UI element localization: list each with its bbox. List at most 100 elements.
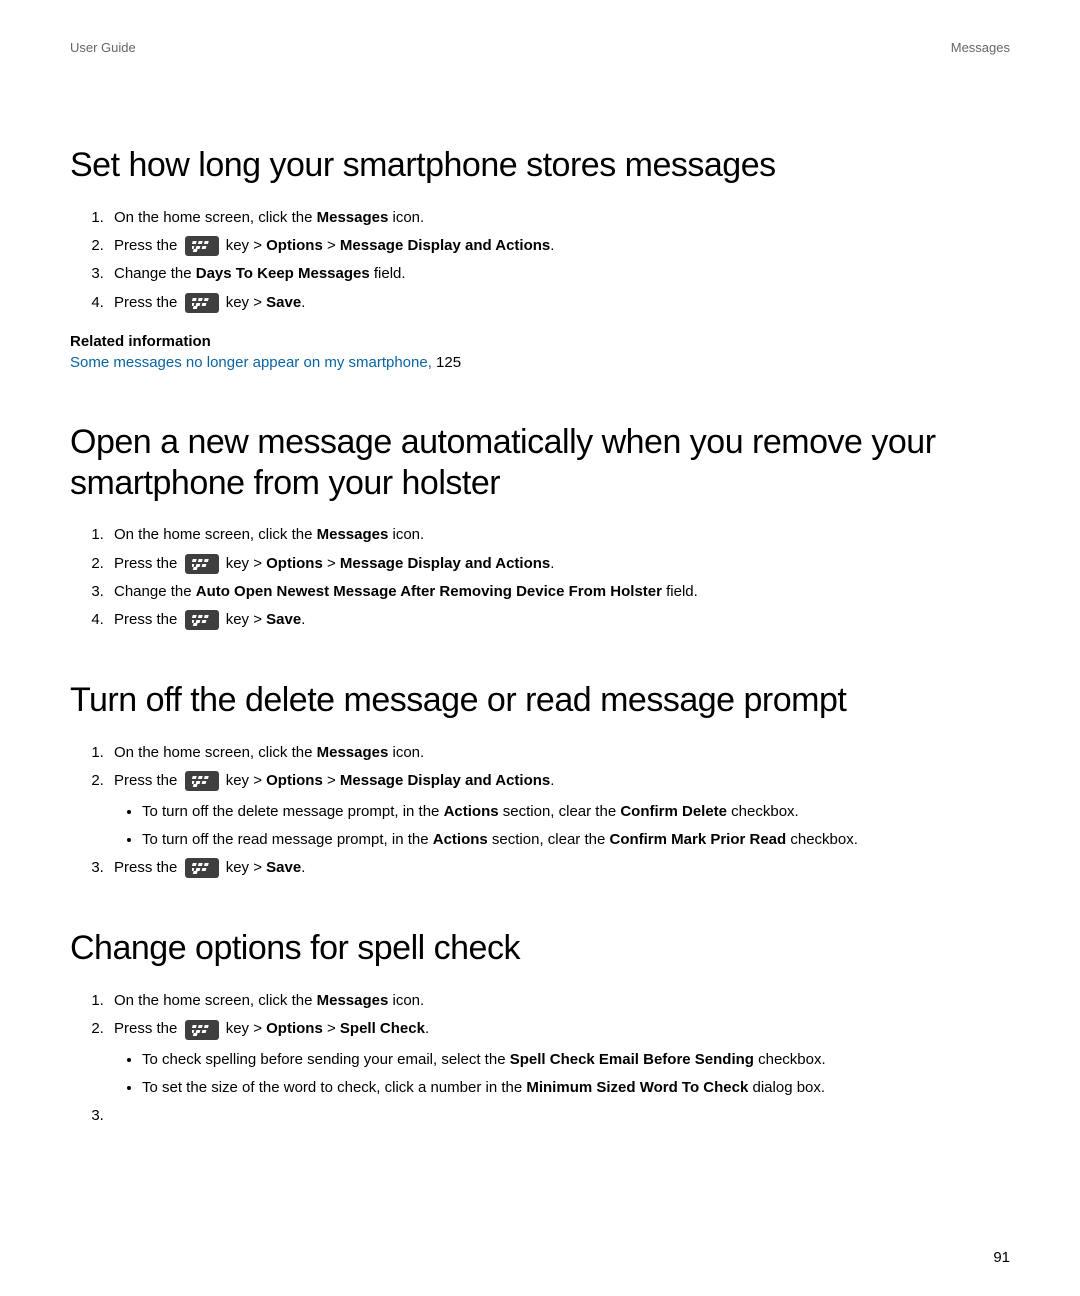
key-gt: key > <box>222 294 267 311</box>
checkbox-period: checkbox. <box>786 831 858 848</box>
section-title: Open a new message automatically when yo… <box>70 422 1010 504</box>
actions-bold: Actions <box>444 803 499 820</box>
blackberry-key-icon <box>185 610 219 630</box>
bullet-2: To set the size of the word to check, cl… <box>142 1078 1010 1098</box>
blackberry-key-icon <box>185 858 219 878</box>
step-text: On the home screen, click the <box>114 744 317 761</box>
blackberry-key-icon <box>185 771 219 791</box>
step-text-post: icon. <box>388 526 424 543</box>
auto-open-bold: Auto Open Newest Message After Removing … <box>196 583 662 600</box>
confirm-mark-prior-read-bold: Confirm Mark Prior Read <box>609 831 786 848</box>
section-turn-off-prompt: Turn off the delete message or read mess… <box>70 680 1010 878</box>
field-period: field. <box>662 583 698 600</box>
steps-list: On the home screen, click the Messages i… <box>70 208 1010 313</box>
save-bold: Save <box>266 611 301 628</box>
options-bold: Options <box>266 1020 323 1037</box>
messages-bold: Messages <box>317 526 389 543</box>
spell-check-before-bold: Spell Check Email Before Sending <box>510 1051 754 1068</box>
b1-pre: To turn off the delete message prompt, i… <box>142 803 444 820</box>
period: . <box>550 237 554 254</box>
press-the: Press the <box>114 237 182 254</box>
period: . <box>550 772 554 789</box>
options-bold: Options <box>266 237 323 254</box>
section-store-duration: Set how long your smartphone stores mess… <box>70 145 1010 372</box>
step-2: Press the key > Options > Spell Check. T… <box>108 1019 1010 1098</box>
step-1: On the home screen, click the Messages i… <box>108 525 1010 545</box>
steps-list: On the home screen, click the Messages i… <box>70 991 1010 1126</box>
step-1: On the home screen, click the Messages i… <box>108 991 1010 1011</box>
b2-pre: To set the size of the word to check, cl… <box>142 1079 526 1096</box>
save-bold: Save <box>266 294 301 311</box>
messages-bold: Messages <box>317 992 389 1009</box>
gt: > <box>323 237 340 254</box>
steps-list: On the home screen, click the Messages i… <box>70 525 1010 630</box>
section-auto-open: Open a new message automatically when yo… <box>70 422 1010 631</box>
section-title: Set how long your smartphone stores mess… <box>70 145 1010 186</box>
page-header: User Guide Messages <box>70 40 1010 55</box>
period: . <box>550 555 554 572</box>
b1-mid: section, clear the <box>499 803 621 820</box>
related-link-page: 125 <box>436 354 461 371</box>
blackberry-key-icon <box>185 236 219 256</box>
page-number: 91 <box>993 1249 1010 1266</box>
document-page: User Guide Messages Set how long your sm… <box>0 0 1080 1296</box>
step-1: On the home screen, click the Messages i… <box>108 208 1010 228</box>
b1-pre: To check spelling before sending your em… <box>142 1051 510 1068</box>
actions-bold: Actions <box>433 831 488 848</box>
mda-bold: Message Display and Actions <box>340 772 550 789</box>
header-left: User Guide <box>70 40 136 55</box>
step-text-post: icon. <box>388 992 424 1009</box>
save-bold: Save <box>266 859 301 876</box>
mda-bold: Message Display and Actions <box>340 555 550 572</box>
press-the: Press the <box>114 772 182 789</box>
field-period: field. <box>370 265 406 282</box>
press-the: Press the <box>114 1020 182 1037</box>
key-gt: key > <box>222 772 267 789</box>
key-gt: key > <box>222 1020 267 1037</box>
sub-bullets: To check spelling before sending your em… <box>114 1050 1010 1099</box>
period: . <box>301 859 305 876</box>
step-text: On the home screen, click the <box>114 992 317 1009</box>
blackberry-key-icon <box>185 554 219 574</box>
step-2: Press the key > Options > Message Displa… <box>108 771 1010 850</box>
b2-pre: To turn off the read message prompt, in … <box>142 831 433 848</box>
period: . <box>301 611 305 628</box>
days-to-keep-bold: Days To Keep Messages <box>196 265 370 282</box>
section-title: Turn off the delete message or read mess… <box>70 680 1010 721</box>
related-info-heading: Related information <box>70 333 1010 350</box>
step-3: Press the key > Save. <box>108 858 1010 878</box>
change-the: Change the <box>114 583 196 600</box>
messages-bold: Messages <box>317 209 389 226</box>
step-3: Change the Days To Keep Messages field. <box>108 264 1010 284</box>
change-the: Change the <box>114 265 196 282</box>
b1-mid: section, clear the <box>488 831 610 848</box>
key-gt: key > <box>222 237 267 254</box>
spell-check-bold: Spell Check <box>340 1020 425 1037</box>
blackberry-key-icon <box>185 1020 219 1040</box>
header-right: Messages <box>951 40 1010 55</box>
options-bold: Options <box>266 772 323 789</box>
sub-bullets: To turn off the delete message prompt, i… <box>114 802 1010 851</box>
press-the: Press the <box>114 294 182 311</box>
step-2: Press the key > Options > Message Displa… <box>108 554 1010 574</box>
steps-list: On the home screen, click the Messages i… <box>70 743 1010 878</box>
press-the: Press the <box>114 611 182 628</box>
key-gt: key > <box>222 555 267 572</box>
step-3 <box>108 1106 1010 1126</box>
gt: > <box>323 1020 340 1037</box>
press-the: Press the <box>114 555 182 572</box>
step-3: Change the Auto Open Newest Message Afte… <box>108 582 1010 602</box>
blackberry-key-icon <box>185 293 219 313</box>
checkbox-period: checkbox. <box>727 803 799 820</box>
checkbox-period: checkbox. <box>754 1051 826 1068</box>
step-1: On the home screen, click the Messages i… <box>108 743 1010 763</box>
gt: > <box>323 772 340 789</box>
bullet-2: To turn off the read message prompt, in … <box>142 830 1010 850</box>
step-4: Press the key > Save. <box>108 293 1010 313</box>
section-title: Change options for spell check <box>70 928 1010 969</box>
step-text: On the home screen, click the <box>114 526 317 543</box>
options-bold: Options <box>266 555 323 572</box>
press-the: Press the <box>114 859 182 876</box>
related-link[interactable]: Some messages no longer appear on my sma… <box>70 354 436 371</box>
confirm-delete-bold: Confirm Delete <box>620 803 727 820</box>
